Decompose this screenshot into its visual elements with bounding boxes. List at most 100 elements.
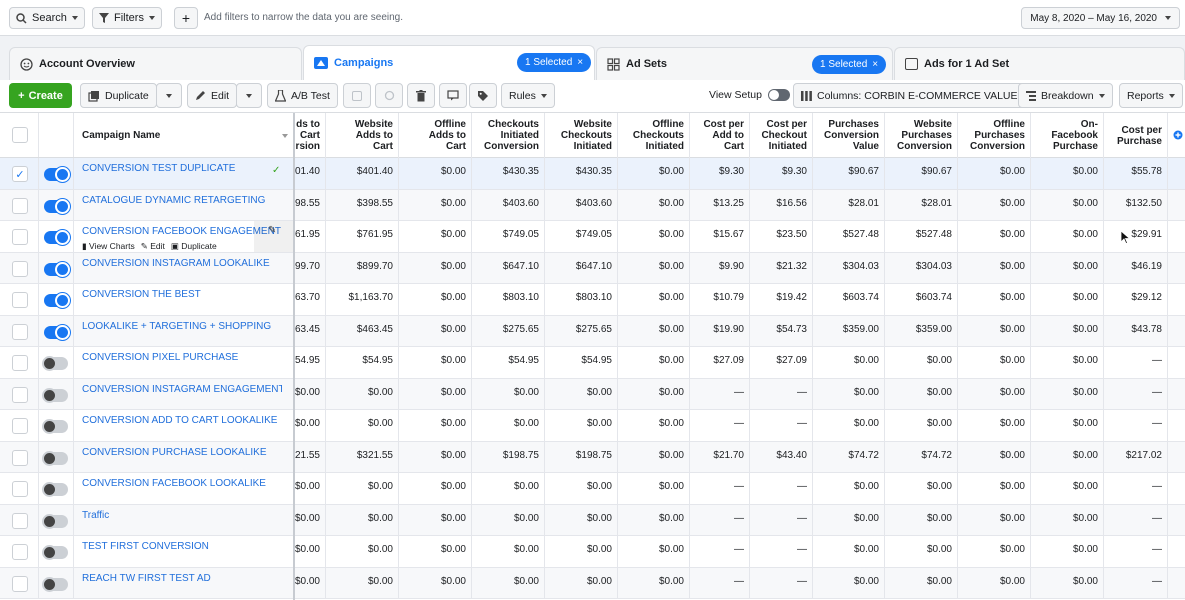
delete-button[interactable] xyxy=(407,83,435,108)
search-button[interactable]: Search xyxy=(9,7,85,29)
ad-sets-selected-pill[interactable]: 1 Selected × xyxy=(812,55,887,74)
date-range-picker[interactable]: May 8, 2020 – May 16, 2020 xyxy=(1021,7,1180,29)
campaign-status-toggle[interactable] xyxy=(44,230,70,245)
header-c2[interactable]: Website Adds to Cart xyxy=(326,113,399,158)
close-icon[interactable]: × xyxy=(872,59,878,70)
table-row[interactable]: Traffic $0.00 $0.00 $0.00 $0.00 $0.00 $0.00— — $… xyxy=(0,504,1185,536)
campaign-name-link[interactable]: CONVERSION FACEBOOK LOOKALIKE xyxy=(82,478,282,489)
table-row[interactable]: CONVERSION PURCHASE LOOKALIKE 21.55 $321.5… xyxy=(0,441,1185,473)
campaign-name-link[interactable]: CONVERSION INSTAGRAM ENGAGEMENT xyxy=(82,384,282,395)
campaign-status-toggle[interactable] xyxy=(42,576,68,592)
campaign-name-link[interactable]: CONVERSION THE BEST xyxy=(82,289,282,300)
row-checkbox[interactable] xyxy=(12,512,28,529)
campaign-status-toggle[interactable] xyxy=(42,482,68,497)
row-checkbox[interactable] xyxy=(12,323,28,340)
create-button[interactable]: + Create xyxy=(9,83,72,108)
campaign-name-link[interactable]: CONVERSION INSTAGRAM LOOKALIKE xyxy=(82,258,282,269)
header-c13[interactable]: Cost per Purchase xyxy=(1104,113,1168,158)
table-row[interactable]: CONVERSION INSTAGRAM ENGAGEMENT $0.00 $0.0… xyxy=(0,378,1185,410)
add-column-icon[interactable] xyxy=(1173,130,1183,140)
table-row[interactable]: REACH TW FIRST TEST AD $0.00 $0.00 $0.00 $0.… xyxy=(0,567,1185,599)
campaign-status-toggle[interactable] xyxy=(42,387,68,403)
row-checkbox[interactable] xyxy=(12,575,28,592)
reports-button[interactable]: Reports xyxy=(1119,83,1183,108)
table-row[interactable]: CONVERSION THE BEST 63.70 $1,163.70 $0.00 $8… xyxy=(0,284,1185,316)
header-c12[interactable]: On- Facebook Purchase xyxy=(1031,113,1104,158)
table-row[interactable]: CONVERSION INSTAGRAM LOOKALIKE 99.70 $899.… xyxy=(0,252,1185,284)
filters-button[interactable]: Filters xyxy=(92,7,162,29)
ab-test-button[interactable]: A/B Test xyxy=(267,83,338,108)
tab-ads[interactable]: Ads for 1 Ad Set xyxy=(894,47,1185,80)
table-row[interactable]: CONVERSION FACEBOOK LOOKALIKE $0.00 $0.00 $… xyxy=(0,473,1185,505)
campaign-status-toggle[interactable] xyxy=(44,198,70,214)
archive-button[interactable] xyxy=(343,83,371,108)
header-c11[interactable]: Offline Purchases Conversion xyxy=(958,113,1031,158)
row-checkbox[interactable] xyxy=(12,544,28,560)
table-row[interactable]: ✓ CONVERSION TEST DUPLICATE ✓ 01.40 $401.40 $… xyxy=(0,158,1185,190)
row-checkbox[interactable] xyxy=(12,260,28,277)
campaign-status-toggle[interactable] xyxy=(44,167,70,182)
header-c3[interactable]: Offline Adds to Cart xyxy=(399,113,472,158)
rules-button[interactable]: Rules xyxy=(501,83,555,108)
campaign-status-toggle[interactable] xyxy=(44,324,70,340)
header-c9[interactable]: Purchases Conversion Value xyxy=(813,113,885,158)
table-row[interactable]: TEST FIRST CONVERSION $0.00 $0.00 $0.00 $0.0… xyxy=(0,536,1185,568)
duplicate-button[interactable]: Duplicate xyxy=(80,83,157,108)
header-c7[interactable]: Cost per Add to Cart xyxy=(690,113,750,158)
campaign-name-link[interactable]: CONVERSION PURCHASE LOOKALIKE xyxy=(82,447,282,458)
campaign-status-toggle[interactable] xyxy=(42,545,68,560)
add-filter-button[interactable]: + xyxy=(174,7,198,29)
campaign-name-link[interactable]: CATALOGUE DYNAMIC RETARGETING xyxy=(82,195,282,206)
close-icon[interactable]: × xyxy=(577,57,583,68)
row-checkbox[interactable] xyxy=(12,229,28,245)
campaign-name-link[interactable]: CONVERSION FACEBOOK ENGAGEMENT xyxy=(82,226,282,237)
table-row[interactable]: CATALOGUE DYNAMIC RETARGETING 98.55 $398.5… xyxy=(0,189,1185,221)
header-c5[interactable]: Website Checkouts Initiated xyxy=(545,113,618,158)
campaign-name-link[interactable]: Traffic xyxy=(82,510,282,521)
campaign-name-link[interactable]: LOOKALIKE + TARGETING + SHOPPING xyxy=(82,321,282,332)
campaign-status-toggle[interactable] xyxy=(42,356,68,371)
duplicate-dropdown[interactable] xyxy=(156,83,182,108)
tab-account-overview[interactable]: Account Overview xyxy=(9,47,302,80)
campaign-name-link[interactable]: CONVERSION PIXEL PURCHASE xyxy=(82,352,282,363)
table-row[interactable]: CONVERSION FACEBOOK ENGAGEMENT ▮ View Cha… xyxy=(0,221,1185,253)
columns-button[interactable]: Columns: CORBIN E-COMMERCE VALUE xyxy=(793,83,1037,108)
refresh-button[interactable] xyxy=(375,83,403,108)
campaign-status-toggle[interactable] xyxy=(44,261,70,277)
view-charts-link[interactable]: ▮ View Charts xyxy=(82,241,135,252)
preview-button[interactable] xyxy=(439,83,467,108)
row-checkbox[interactable] xyxy=(12,292,28,308)
campaigns-selected-pill[interactable]: 1 Selected × xyxy=(517,53,592,72)
campaign-name-link[interactable]: REACH TW FIRST TEST AD xyxy=(82,573,282,584)
edit-link[interactable]: ✎ Edit xyxy=(141,241,165,252)
table-row[interactable]: CONVERSION ADD TO CART LOOKALIKE $0.00 $0.… xyxy=(0,410,1185,442)
campaign-name-link[interactable]: TEST FIRST CONVERSION xyxy=(82,541,282,552)
table-row[interactable]: CONVERSION PIXEL PURCHASE 54.95 $54.95 $0.0… xyxy=(0,347,1185,379)
tab-ad-sets[interactable]: Ad Sets 1 Selected × xyxy=(596,47,893,80)
header-c4[interactable]: Checkouts Initiated Conversion xyxy=(472,113,545,158)
edit-button[interactable]: Edit xyxy=(187,83,238,108)
row-checkbox[interactable]: ✓ xyxy=(12,166,28,182)
row-checkbox[interactable] xyxy=(12,481,28,497)
campaign-name-link[interactable]: CONVERSION TEST DUPLICATE xyxy=(82,163,282,174)
tag-button[interactable] xyxy=(469,83,497,108)
campaign-status-toggle[interactable] xyxy=(42,450,68,466)
campaign-status-toggle[interactable] xyxy=(42,419,68,434)
row-checkbox[interactable] xyxy=(12,418,28,434)
view-setup-toggle[interactable]: View Setup xyxy=(709,89,790,101)
edit-dropdown[interactable] xyxy=(236,83,262,108)
duplicate-link[interactable]: ▣ Duplicate xyxy=(171,241,217,252)
row-checkbox[interactable] xyxy=(12,386,28,403)
table-row[interactable]: LOOKALIKE + TARGETING + SHOPPING 63.45 $46… xyxy=(0,315,1185,347)
breakdown-button[interactable]: Breakdown xyxy=(1018,83,1113,108)
campaign-status-toggle[interactable] xyxy=(42,513,68,529)
campaign-name-link[interactable]: CONVERSION ADD TO CART LOOKALIKE xyxy=(82,415,282,426)
row-checkbox[interactable] xyxy=(12,355,28,371)
header-c10[interactable]: Website Purchases Conversion xyxy=(885,113,958,158)
campaign-status-toggle[interactable] xyxy=(44,293,70,308)
header-campaign-name[interactable]: Campaign Name xyxy=(74,113,294,158)
header-c8[interactable]: Cost per Checkout Initiated xyxy=(750,113,813,158)
row-checkbox[interactable] xyxy=(12,197,28,214)
select-all-checkbox[interactable] xyxy=(12,127,28,143)
header-c6[interactable]: Offline Checkouts Initiated xyxy=(618,113,690,158)
